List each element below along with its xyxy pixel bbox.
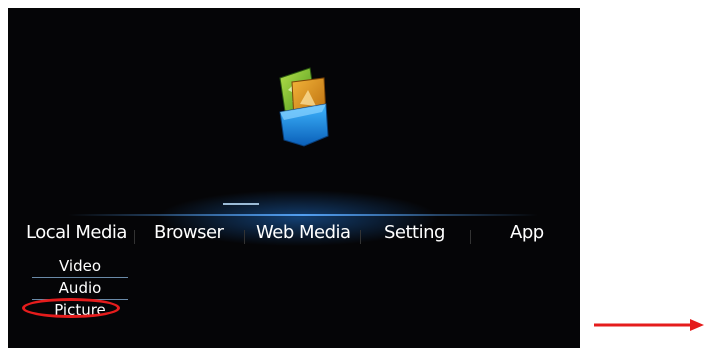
menu-separator bbox=[360, 230, 361, 244]
submenu-item-video[interactable]: Video bbox=[30, 256, 130, 278]
menu-separator bbox=[134, 230, 135, 244]
submenu-item-label: Audio bbox=[58, 279, 102, 297]
submenu-item-label: Video bbox=[58, 257, 102, 275]
menu-item-browser[interactable]: Browser bbox=[154, 222, 224, 243]
menu-item-setting[interactable]: Setting bbox=[384, 222, 445, 243]
menu-item-app[interactable]: App bbox=[510, 222, 544, 243]
selection-indicator bbox=[223, 203, 259, 205]
menu-item-web-media[interactable]: Web Media bbox=[256, 222, 351, 243]
submenu-item-audio[interactable]: Audio bbox=[30, 278, 130, 300]
menu-separator bbox=[470, 230, 471, 244]
main-menu: Local Media Browser Web Media Setting Ap… bbox=[8, 218, 580, 248]
arrow-right-icon bbox=[594, 319, 704, 331]
menu-item-local-media[interactable]: Local Media bbox=[26, 222, 127, 243]
reflection-glow bbox=[68, 214, 538, 216]
media-player-screen: Local Media Browser Web Media Setting Ap… bbox=[8, 8, 580, 348]
picture-folder-icon bbox=[266, 60, 336, 150]
menu-separator bbox=[244, 230, 245, 244]
highlight-annotation bbox=[22, 298, 120, 318]
